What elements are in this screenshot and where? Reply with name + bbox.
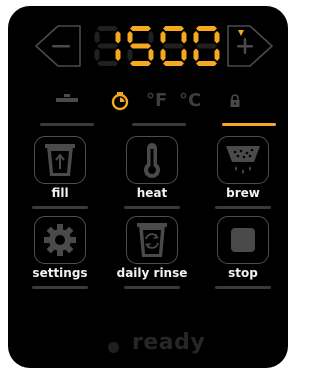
heat-label: heat	[136, 186, 168, 200]
heat-indicator-bar	[124, 206, 180, 209]
digit-0-segment-g	[97, 43, 118, 49]
plate-icon[interactable]	[54, 93, 80, 107]
increase-button[interactable]	[224, 20, 276, 72]
timer-icon[interactable]	[110, 91, 130, 111]
settings-indicator-bar	[32, 286, 88, 289]
stop-indicator-bar	[215, 286, 271, 289]
rinse-icon	[137, 223, 167, 257]
settings-button[interactable]: settings	[32, 216, 88, 294]
digit-2-segment-b	[181, 31, 187, 44]
brew-icon-box	[217, 136, 269, 184]
digit-0-segment-f	[94, 31, 100, 44]
brew-icon	[226, 146, 260, 174]
digit-3-segment-g	[196, 43, 217, 49]
digit-1-segment-b	[148, 31, 154, 44]
heat-button[interactable]: heat	[124, 136, 180, 214]
fill-icon-box	[34, 136, 86, 184]
temperature-indicator-bar	[132, 123, 186, 126]
fill-icon	[45, 144, 75, 176]
lock-icon[interactable]	[229, 94, 241, 108]
digit-1-segment-e	[127, 48, 133, 61]
fill-button[interactable]: fill	[32, 136, 88, 214]
digit-3-segment-f	[193, 31, 199, 44]
plate-indicator-bar	[40, 123, 94, 126]
stop-label: stop	[228, 266, 258, 280]
digit-3-segment-b	[214, 31, 220, 44]
thermometer-icon	[144, 143, 160, 178]
digit-0-segment-e	[94, 48, 100, 61]
fill-label: fill	[51, 186, 69, 200]
plus-arrow-icon	[227, 25, 273, 67]
digit-2-segment-a	[163, 26, 184, 31]
daily-rinse-label: daily rinse	[116, 266, 188, 280]
digit-3-segment-e	[193, 48, 199, 61]
digit-2-segment-f	[160, 31, 166, 44]
minus-arrow-icon	[35, 25, 81, 67]
settings-icon-box	[34, 216, 86, 264]
ready-indicator-dot	[108, 342, 119, 353]
digit-1-segment-g	[130, 43, 151, 49]
digit-0-segment-c	[115, 48, 121, 61]
digit-2-segment-c	[181, 48, 187, 61]
brew-indicator-bar	[215, 206, 271, 209]
digit-3-segment-c	[214, 48, 220, 61]
settings-label: settings	[32, 266, 88, 280]
digit-1-segment-d	[130, 61, 151, 66]
fill-indicator-bar	[32, 206, 88, 209]
digit-0-segment-d	[97, 61, 118, 66]
daily-rinse-button[interactable]: daily rinse	[117, 216, 187, 294]
lock-indicator-bar	[222, 123, 276, 126]
stop-button[interactable]: stop	[215, 216, 271, 294]
digit-2-segment-d	[163, 61, 184, 66]
stop-icon-box	[217, 216, 269, 264]
brew-label: brew	[226, 186, 260, 200]
celsius-toggle[interactable]: °C	[179, 90, 201, 111]
digit-2-segment-g	[163, 43, 184, 49]
digit-3-segment-a	[196, 26, 217, 31]
daily-rinse-indicator-bar	[124, 286, 180, 289]
digit-1-segment-c	[148, 48, 154, 61]
temperature-display: 1500	[90, 22, 244, 70]
control-panel: 1500 °F °C	[8, 6, 288, 368]
stop-icon	[231, 228, 255, 252]
digit-1-segment-a	[130, 26, 151, 31]
ready-label: ready	[132, 330, 206, 355]
digit-0-segment-b	[115, 31, 121, 44]
digit-1-segment-f	[127, 31, 133, 44]
daily-rinse-icon-box	[126, 216, 178, 264]
status-row: °F °C	[8, 90, 288, 114]
decrease-button[interactable]	[32, 20, 84, 72]
digit-3-segment-d	[196, 61, 217, 66]
digit-2-segment-e	[160, 48, 166, 61]
fahrenheit-toggle[interactable]: °F	[146, 90, 167, 111]
brew-button[interactable]: brew	[215, 136, 271, 214]
heat-icon-box	[126, 136, 178, 184]
gear-icon	[44, 224, 76, 256]
